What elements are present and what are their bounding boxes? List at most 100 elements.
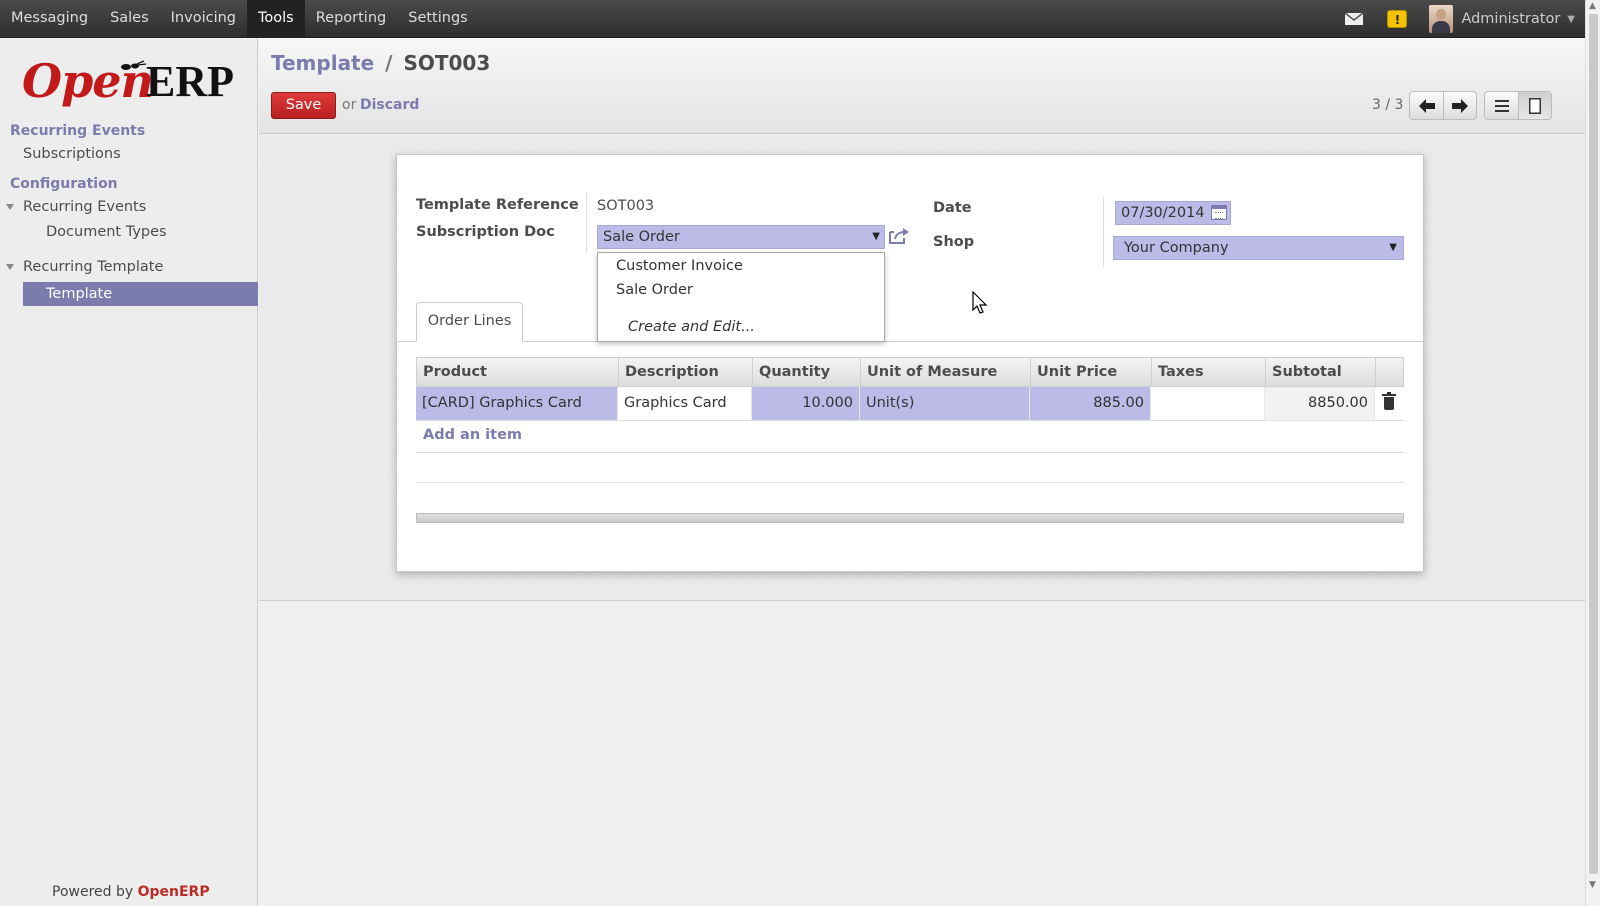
view-switcher <box>1484 91 1552 120</box>
date-label: Date <box>933 200 972 216</box>
user-name[interactable]: Administrator <box>1461 11 1560 27</box>
scrollbar-thumb[interactable] <box>1589 14 1598 874</box>
delete-row-button[interactable] <box>1375 387 1402 420</box>
cell-taxes[interactable] <box>1151 387 1265 420</box>
template-reference-value[interactable]: SOT003 <box>597 198 654 214</box>
menu-invoicing[interactable]: Invoicing <box>160 0 247 38</box>
subscription-doc-select[interactable]: Sale Order ▼ <box>597 225 885 249</box>
cell-unit-price[interactable]: 885.00 <box>1030 387 1151 420</box>
expand-triangle-icon[interactable] <box>6 204 14 210</box>
cell-unit-of-measure[interactable]: Unit(s) <box>860 387 1030 420</box>
table-footer <box>416 513 1404 523</box>
breadcrumb-current: SOT003 <box>403 51 491 75</box>
shop-label: Shop <box>933 234 975 250</box>
sidebar-item-subscriptions[interactable]: Subscriptions <box>23 146 121 162</box>
cell-subtotal: 8850.00 <box>1265 387 1375 420</box>
openerp-logo[interactable]: Open ERP <box>22 54 242 114</box>
table-header: Product Description Quantity Unit of Mea… <box>416 357 1404 387</box>
avatar[interactable] <box>1429 5 1454 33</box>
sidebar: Open ERP Recurring Events Subscriptions … <box>0 38 258 906</box>
cell-quantity[interactable]: 10.000 <box>752 387 860 420</box>
breadcrumb-parent-link[interactable]: Template <box>271 51 374 75</box>
powered-by-label: Powered by <box>52 884 134 900</box>
add-an-item-link[interactable]: Add an item <box>423 427 522 443</box>
template-reference-label: Template Reference <box>416 197 579 213</box>
dropdown-create-and-edit[interactable]: Create and Edit... <box>628 319 755 335</box>
main-menu: Messaging Sales Invoicing Tools Reportin… <box>0 0 479 38</box>
dropdown-caret-icon[interactable]: ▼ <box>872 226 880 248</box>
arrow-right-icon <box>1452 98 1468 113</box>
dropdown-caret-icon[interactable]: ▼ <box>1389 237 1397 259</box>
expand-triangle-icon[interactable] <box>6 264 14 270</box>
discard-button[interactable]: Discard <box>360 97 419 113</box>
pager-value: 3 / 3 <box>1372 97 1404 113</box>
column-header-unit-of-measure[interactable]: Unit of Measure <box>861 358 1031 386</box>
shop-select[interactable]: Your Company ▼ <box>1113 236 1404 260</box>
top-navbar: Messaging Sales Invoicing Tools Reportin… <box>0 0 1585 38</box>
column-header-description[interactable]: Description <box>619 358 753 386</box>
powered-by: Powered by OpenERP <box>52 884 210 900</box>
sidebar-section-configuration: Configuration <box>10 176 118 192</box>
sidebar-item-recurring-events[interactable]: Recurring Events <box>23 199 146 215</box>
menu-tools[interactable]: Tools <box>247 0 305 38</box>
list-view-button[interactable] <box>1485 92 1518 119</box>
list-icon <box>1494 99 1509 112</box>
column-header-taxes[interactable]: Taxes <box>1152 358 1266 386</box>
cell-product[interactable]: [CARD] Graphics Card <box>416 387 618 420</box>
vertical-scrollbar[interactable]: ▲ ▼ <box>1585 0 1600 906</box>
breadcrumb-separator: / <box>385 51 393 75</box>
cell-description[interactable]: Graphics Card <box>618 387 752 420</box>
mail-icon[interactable] <box>1345 13 1364 25</box>
warning-icon[interactable]: ! <box>1387 10 1408 28</box>
dropdown-option-customer-invoice[interactable]: Customer Invoice <box>616 258 743 274</box>
column-header-product[interactable]: Product <box>417 358 619 386</box>
menu-settings[interactable]: Settings <box>397 0 478 38</box>
form-sheet: Template Reference Subscription Doc SOT0… <box>396 154 1424 572</box>
scroll-down-icon[interactable]: ▼ <box>1589 880 1596 890</box>
column-header-quantity[interactable]: Quantity <box>753 358 861 386</box>
calendar-icon[interactable] <box>1211 205 1227 220</box>
tab-bar-line <box>397 341 1423 342</box>
previous-record-button[interactable] <box>1410 92 1443 119</box>
mouse-cursor-icon <box>972 291 988 314</box>
subscription-doc-label: Subscription Doc <box>416 224 555 240</box>
date-value: 07/30/2014 <box>1121 205 1205 221</box>
column-header-unit-price[interactable]: Unit Price <box>1031 358 1152 386</box>
field-separator <box>1103 197 1104 267</box>
form-content-area: Template Reference Subscription Doc SOT0… <box>259 135 1585 601</box>
subscription-doc-value: Sale Order <box>603 229 680 245</box>
order-lines-table: Product Description Quantity Unit of Mea… <box>416 357 1404 421</box>
chevron-down-icon[interactable]: ▼ <box>1567 14 1575 25</box>
sidebar-section-recurring-events: Recurring Events <box>10 123 146 139</box>
column-header-actions <box>1376 358 1403 386</box>
field-separator <box>586 193 587 253</box>
save-button[interactable]: Save <box>271 92 336 119</box>
scroll-up-icon[interactable]: ▲ <box>1589 1 1596 11</box>
table-row[interactable]: [CARD] Graphics Card Graphics Card 10.00… <box>416 387 1404 421</box>
external-link-icon[interactable] <box>888 227 910 245</box>
sidebar-item-recurring-template[interactable]: Recurring Template <box>23 259 163 275</box>
table-empty-row-line <box>416 482 1404 483</box>
view-header: Template / SOT003 Save or Discard 3 / 3 <box>259 38 1585 134</box>
form-icon <box>1529 97 1541 114</box>
trash-icon <box>1381 392 1396 410</box>
form-view-button[interactable] <box>1518 92 1551 119</box>
date-input[interactable]: 07/30/2014 <box>1115 201 1231 225</box>
next-record-button[interactable] <box>1443 92 1476 119</box>
column-header-subtotal[interactable]: Subtotal <box>1266 358 1376 386</box>
arrow-left-icon <box>1418 98 1435 113</box>
menu-messaging[interactable]: Messaging <box>0 0 99 38</box>
user-area: ! Administrator ▼ <box>1345 0 1575 38</box>
dropdown-option-sale-order[interactable]: Sale Order <box>616 282 693 298</box>
ant-logo-icon <box>121 60 147 70</box>
shop-value: Your Company <box>1124 240 1229 256</box>
logo-erp-text: ERP <box>146 57 234 106</box>
sidebar-item-template[interactable]: Template <box>23 282 258 306</box>
pager-buttons <box>1409 91 1477 120</box>
menu-sales[interactable]: Sales <box>99 0 160 38</box>
subscription-doc-dropdown: Customer Invoice Sale Order Create and E… <box>597 252 885 342</box>
powered-by-brand-link[interactable]: OpenERP <box>138 884 210 900</box>
sidebar-item-document-types[interactable]: Document Types <box>46 224 167 240</box>
menu-reporting[interactable]: Reporting <box>305 0 398 38</box>
tab-order-lines[interactable]: Order Lines <box>416 302 523 342</box>
